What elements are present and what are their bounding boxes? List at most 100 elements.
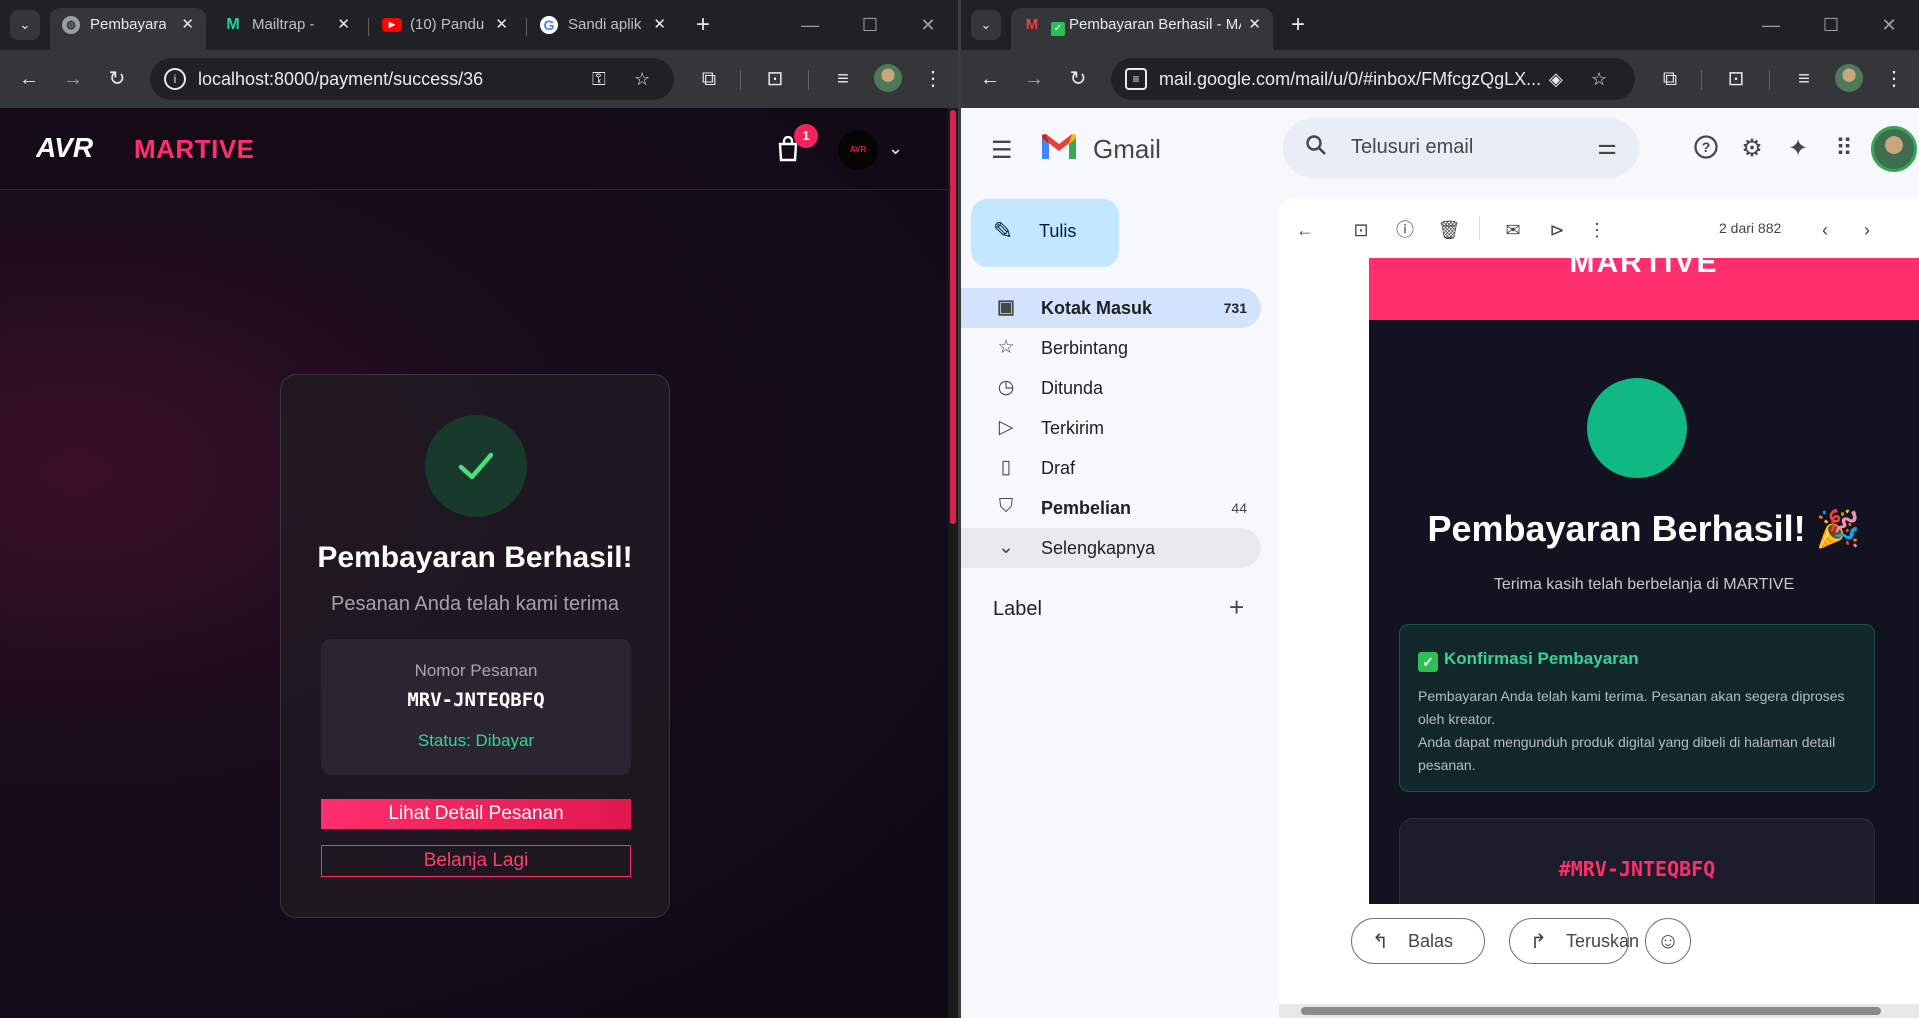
tab-google[interactable]: G Sandi aplik ✕ — [528, 8, 678, 50]
site-info-icon[interactable]: i — [164, 68, 186, 90]
nav-more[interactable]: ⌄ Selengkapnya — [961, 528, 1261, 568]
site-settings-icon[interactable]: ≡ — [1125, 68, 1147, 90]
back-icon[interactable]: ← — [975, 64, 1005, 94]
inbox-icon: ▣ — [997, 297, 1015, 318]
search-options-icon[interactable]: ⚌ — [1597, 134, 1617, 160]
email-toolbar: ← ⊡ ⓘ 🗑 ✉ ⊳ ⋮ 2 dari 882 ‹ › — [1279, 198, 1919, 258]
mark-unread-icon[interactable]: ✉ — [1501, 218, 1525, 242]
nav-drafts[interactable]: ▯ Draf — [961, 448, 1261, 488]
search-bar[interactable]: ⚌ — [1283, 118, 1639, 178]
clock-icon: ◷ — [997, 377, 1015, 398]
settings-gear-icon[interactable]: ⚙ — [1737, 134, 1767, 164]
more-options-icon[interactable]: ⋮ — [1585, 218, 1609, 242]
key-icon[interactable]: ⚿ — [592, 58, 606, 100]
delete-icon[interactable]: 🗑 — [1437, 218, 1461, 242]
add-label-icon[interactable]: + — [1229, 592, 1244, 623]
forward-button[interactable]: ↱ Teruskan — [1509, 918, 1639, 964]
nav-label: Kotak Masuk — [1041, 298, 1153, 318]
chevron-down-icon[interactable]: ⌄ — [888, 138, 903, 159]
older-chevron-icon[interactable]: › — [1855, 218, 1879, 242]
extensions-icon[interactable]: ⧉ — [1655, 64, 1685, 94]
brand-name[interactable]: MARTIVE — [134, 134, 255, 165]
tab-search-button[interactable]: ⌄ — [971, 10, 1001, 40]
reload-icon[interactable]: ↻ — [1063, 64, 1093, 94]
browser-menu-icon[interactable]: ⋮ — [918, 64, 948, 94]
minimize-icon[interactable]: — — [1751, 10, 1791, 40]
nav-sent[interactable]: ▷ Terkirim — [961, 408, 1261, 448]
screenshot-icon[interactable]: ⊡ — [760, 64, 790, 94]
payment-confirmation-box: ✓ Konfirmasi Pembayaran Pembayaran Anda t… — [1399, 624, 1875, 792]
close-tab-icon[interactable]: ✕ — [1248, 8, 1261, 42]
search-input[interactable] — [1351, 132, 1571, 162]
browser-menu-icon[interactable]: ⋮ — [1879, 64, 1909, 94]
move-to-icon[interactable]: ⊳ — [1545, 218, 1569, 242]
user-avatar[interactable]: AVR — [838, 130, 878, 170]
page-title: Pembayaran Berhasil! — [317, 541, 633, 574]
tab-divider — [368, 18, 369, 36]
profile-avatar[interactable] — [874, 64, 902, 92]
minimize-icon[interactable]: — — [790, 10, 830, 40]
view-order-detail-button[interactable]: Lihat Detail Pesanan — [321, 799, 631, 829]
screenshot-icon[interactable]: ⊡ — [1721, 64, 1751, 94]
nav-purchases[interactable]: ⛉ Pembelian 44 — [961, 488, 1261, 528]
forward-icon[interactable]: → — [1019, 64, 1049, 94]
order-number-label: Nomor Pesanan — [414, 661, 538, 680]
emoji-reaction-icon[interactable]: ☺ — [1645, 918, 1691, 964]
close-tab-icon[interactable]: ✕ — [495, 8, 508, 42]
nav-starred[interactable]: ☆ Berbintang — [961, 328, 1261, 368]
maximize-icon[interactable]: ☐ — [850, 10, 890, 40]
maximize-icon[interactable]: ☐ — [1811, 10, 1851, 40]
avr-logo[interactable]: AVR — [36, 132, 120, 162]
gmail-logo[interactable] — [1039, 132, 1079, 162]
extensions-icon[interactable]: ⧉ — [694, 64, 724, 94]
close-tab-icon[interactable]: ✕ — [653, 8, 666, 42]
reply-button[interactable]: ↰ Balas — [1351, 918, 1485, 964]
main-menu-icon[interactable]: ☰ — [991, 136, 1013, 165]
new-tab-icon[interactable]: + — [688, 10, 718, 40]
media-control-icon[interactable]: ≡ — [828, 64, 858, 94]
media-control-icon[interactable]: ≡ — [1789, 64, 1819, 94]
back-to-inbox-icon[interactable]: ← — [1293, 218, 1317, 242]
gemini-sparkle-icon[interactable]: ✦ — [1783, 134, 1813, 164]
horizontal-scrollbar[interactable] — [1279, 1004, 1919, 1018]
search-icon[interactable] — [1305, 134, 1327, 162]
bookmark-star-icon[interactable]: ☆ — [1591, 58, 1607, 100]
nav-inbox[interactable]: ▣ Kotak Masuk 731 — [961, 288, 1261, 328]
gmail-wordmark[interactable]: Gmail — [1093, 134, 1161, 165]
account-avatar[interactable] — [1871, 126, 1917, 172]
forward-icon[interactable]: → — [58, 64, 88, 94]
close-window-icon[interactable]: ✕ — [1869, 10, 1909, 40]
archive-icon[interactable]: ⊡ — [1349, 218, 1373, 242]
nav-snoozed[interactable]: ◷ Ditunda — [961, 368, 1261, 408]
profile-avatar[interactable] — [1835, 64, 1863, 92]
order-code: #MRV-JNTEQBFQ — [1558, 857, 1716, 881]
back-icon[interactable]: ← — [14, 64, 44, 94]
report-spam-icon[interactable]: ⓘ — [1393, 218, 1417, 242]
scrollbar-thumb[interactable] — [1301, 1007, 1881, 1015]
close-tab-icon[interactable]: ✕ — [181, 8, 194, 42]
tab-search-button[interactable]: ⌄ — [10, 10, 40, 40]
new-tab-icon[interactable]: + — [1283, 10, 1313, 40]
scrollbar-thumb[interactable] — [950, 110, 956, 524]
apps-grid-icon[interactable]: ⠿ — [1829, 134, 1859, 164]
newer-chevron-icon[interactable]: ‹ — [1813, 218, 1837, 242]
nav-label: Berbintang — [1041, 338, 1129, 358]
toolbar-divider — [1479, 216, 1480, 240]
close-tab-icon[interactable]: ✕ — [337, 8, 350, 42]
tab-gmail[interactable]: M ✓ Pembayaran Berhasil - MAR ✕ — [1011, 8, 1273, 50]
close-window-icon[interactable]: ✕ — [908, 10, 948, 40]
reload-icon[interactable]: ↻ — [102, 64, 132, 94]
shop-again-button[interactable]: Belanja Lagi — [321, 845, 631, 877]
tab-youtube[interactable]: ▶ (10) Pandu ✕ — [370, 8, 520, 50]
address-bar[interactable]: i localhost:8000/payment/success/36 ⚿ ☆ — [150, 58, 674, 100]
help-icon[interactable]: ? — [1691, 134, 1721, 164]
compose-label: Tulis — [1039, 221, 1077, 241]
address-bar[interactable]: ≡ mail.google.com/mail/u/0/#inbox/FMfcgz… — [1111, 58, 1635, 100]
install-app-icon[interactable]: ◈ — [1549, 58, 1563, 100]
tab-pembayaran[interactable]: ◍ Pembayaran ✕ — [50, 8, 206, 50]
tab-mailtrap[interactable]: M Mailtrap - ✕ — [212, 8, 362, 50]
nav-label: Selengkapnya — [1041, 538, 1156, 558]
page-scrollbar[interactable] — [948, 108, 958, 1018]
compose-button[interactable]: ✎ Tulis — [971, 199, 1119, 267]
bookmark-star-icon[interactable]: ☆ — [634, 58, 650, 100]
